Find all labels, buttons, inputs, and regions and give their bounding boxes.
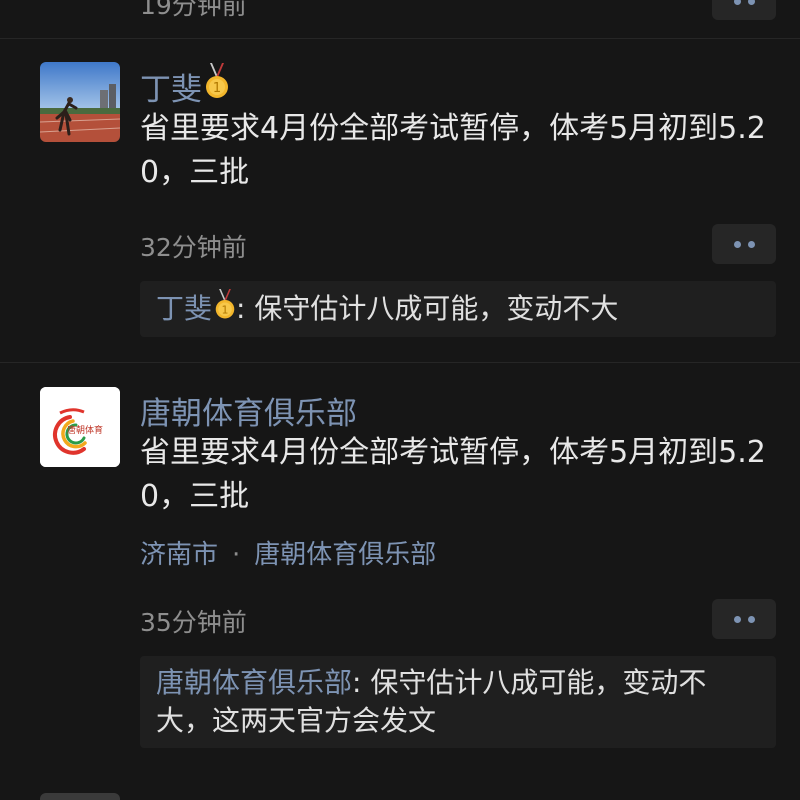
post-content: 省里要求4月份全部考试暂停，体考5月初到5.20，三批 (140, 111, 766, 190)
post-time: 35分钟前 (140, 608, 247, 637)
dot-icon (733, 240, 741, 248)
comment-box: 唐朝体育俱乐部: 保守估计八成可能，变动不大，这两天官方会发文 (140, 656, 776, 748)
location-place: 唐朝体育俱乐部 (254, 540, 437, 570)
location-city: 济南市 (140, 540, 219, 570)
dot-icon (747, 0, 755, 5)
avatar-photo-icon (40, 62, 120, 142)
moments-feed: 19分钟前 丁斐 1 省里要求4月份全部考试暂停，体考5月初到5.20，三批 3… (0, 0, 800, 800)
post-time: 19分钟前 (140, 0, 247, 20)
dot-icon (733, 615, 741, 623)
svg-text:1: 1 (222, 303, 229, 316)
avatar[interactable] (40, 793, 120, 800)
author-name-text: 丁斐 (140, 71, 202, 108)
comment-box: 丁斐 1 : 保守估计八成可能，变动不大 (140, 281, 776, 337)
avatar[interactable]: 唐朝体育 (40, 387, 120, 467)
post-author-name[interactable]: 丁斐 1 (140, 63, 230, 109)
club-logo-icon: 唐朝体育 (40, 387, 120, 467)
comment-author[interactable]: 唐朝体育俱乐部 (156, 666, 352, 699)
comment-author[interactable]: 丁斐 (156, 292, 212, 325)
divider (0, 38, 800, 39)
svg-text:1: 1 (213, 81, 221, 96)
avatar[interactable] (40, 62, 120, 142)
dot-icon (733, 0, 741, 5)
location-tag[interactable]: 济南市 · 唐朝体育俱乐部 (140, 534, 436, 571)
medal-icon: 1 (214, 289, 236, 331)
more-actions-button[interactable] (712, 224, 776, 264)
post-time: 32分钟前 (140, 233, 247, 262)
post-author-name[interactable]: 唐朝体育俱乐部 (140, 388, 357, 432)
more-actions-button[interactable] (712, 0, 776, 20)
dot-icon (747, 240, 755, 248)
location-separator: · (232, 540, 241, 570)
medal-icon: 1 (204, 63, 230, 109)
divider (0, 362, 800, 363)
logo-text: 唐朝体育 (67, 424, 103, 436)
more-actions-button[interactable] (712, 599, 776, 639)
comment-text: : 保守估计八成可能，变动不大 (236, 292, 619, 325)
post-content: 省里要求4月份全部考试暂停，体考5月初到5.20，三批 (140, 435, 766, 514)
dot-icon (747, 615, 755, 623)
